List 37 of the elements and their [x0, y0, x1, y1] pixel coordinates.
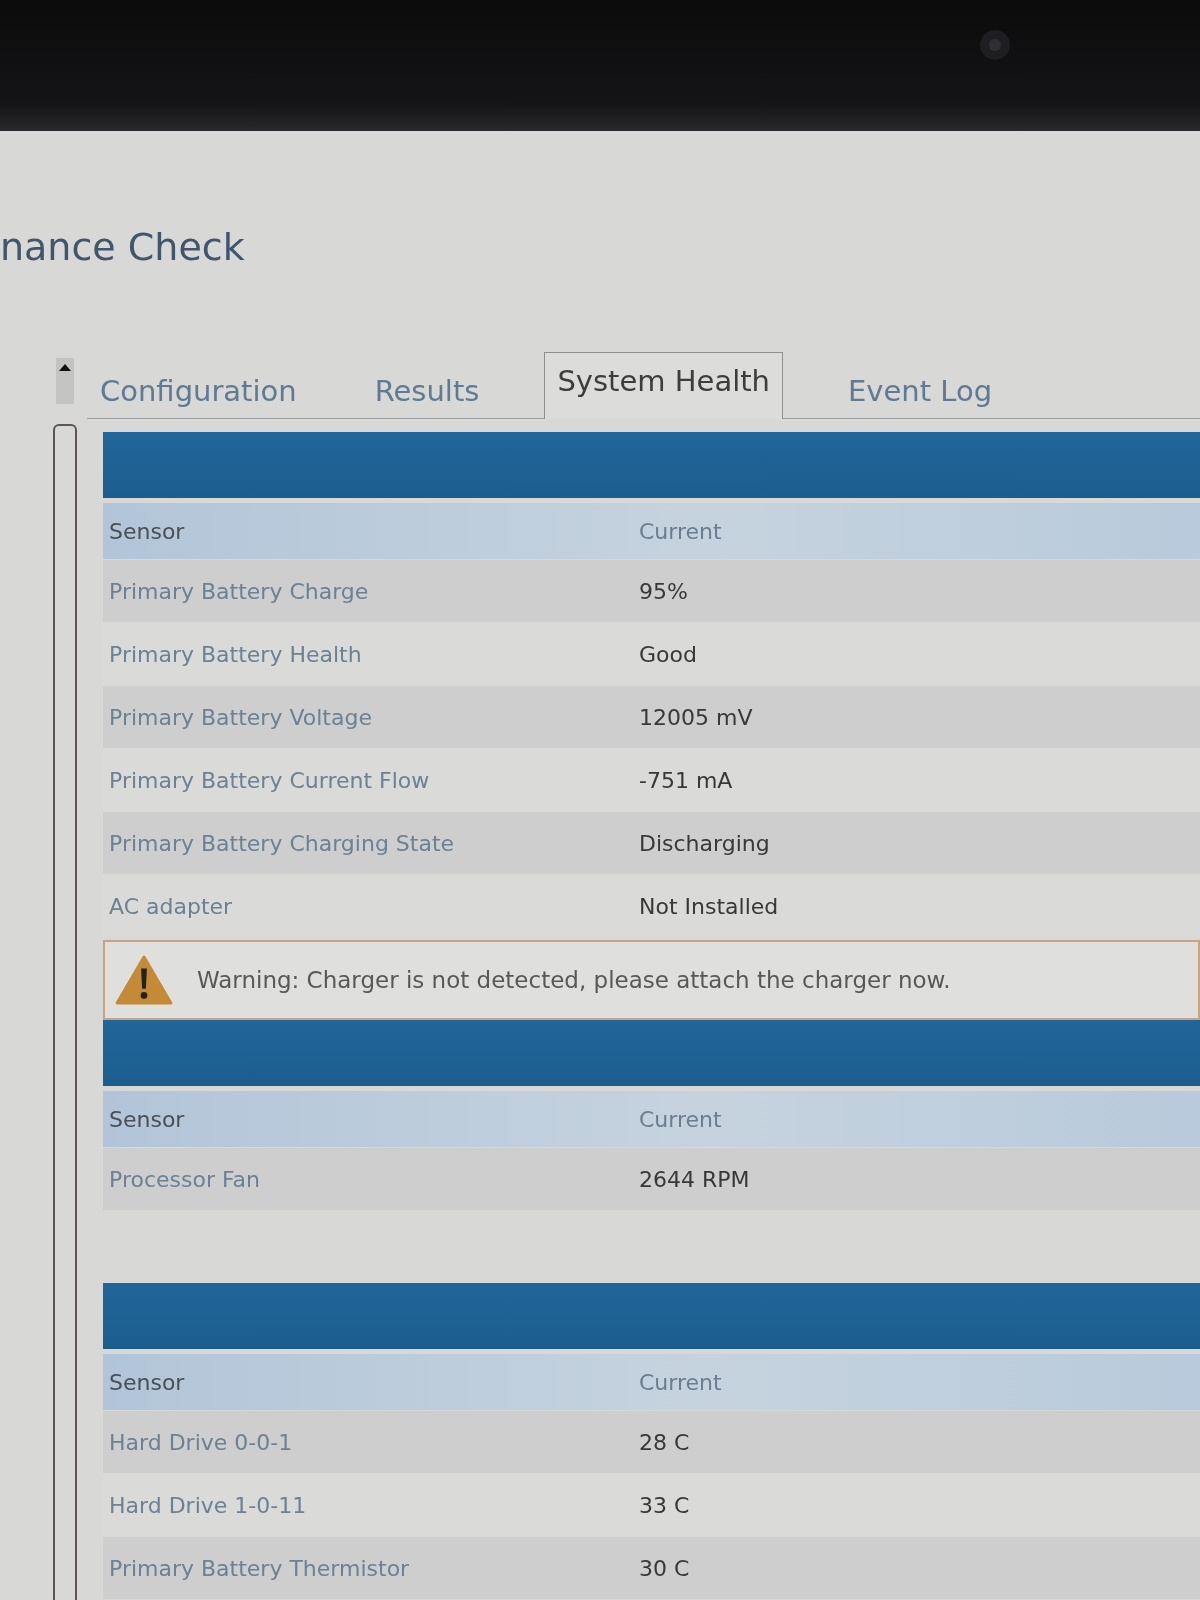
column-header: Sensor	[108, 1369, 186, 1395]
column-header: Current	[638, 1369, 723, 1395]
sensor-name: Primary Battery Current Flow	[108, 767, 431, 793]
column-header: Current	[638, 1106, 723, 1132]
sensor-name: Primary Battery Thermistor	[108, 1555, 411, 1581]
tab[interactable]: Results	[361, 362, 493, 418]
triangle-up-icon	[59, 364, 71, 371]
sensor-reading: 2644 RPM	[638, 1166, 751, 1192]
tab[interactable]: Event Log	[835, 362, 1006, 418]
sensor-name: Primary Battery Voltage	[108, 704, 373, 730]
scroll-up-button[interactable]	[56, 358, 74, 404]
sensor-reading: 30 C	[638, 1555, 691, 1581]
sensor-reading: 12005 mV	[638, 704, 754, 730]
sensor-reading: 28 C	[638, 1429, 691, 1455]
sensor-name: Processor Fan	[108, 1166, 261, 1192]
sensor-reading: 33 C	[638, 1492, 691, 1518]
column-header: Current	[638, 518, 723, 544]
sensor-name: AC adapter	[108, 893, 234, 919]
warning-message: Warning: Charger is not detected, please attach the charger now.	[197, 967, 951, 993]
column-header: Sensor	[108, 1106, 186, 1132]
sensor-reading: Not Installed	[638, 893, 780, 919]
sensor-reading: Good	[638, 641, 698, 667]
sensor-name: Hard Drive 1-0-11	[108, 1492, 308, 1518]
column-header: Sensor	[108, 518, 186, 544]
sensor-name: Primary Battery Health	[108, 641, 363, 667]
tab[interactable]: System Health	[544, 352, 783, 419]
sensor-reading: 95%	[638, 578, 689, 604]
sensor-name: Primary Battery Charge	[108, 578, 370, 604]
warning-icon	[115, 955, 173, 1005]
sensor-reading: Discharging	[638, 830, 771, 856]
scrollbar-thumb[interactable]	[53, 424, 77, 1600]
webcam-icon	[980, 30, 1010, 60]
sensor-name: Hard Drive 0-0-1	[108, 1429, 294, 1455]
tab[interactable]: Configuration	[87, 362, 310, 418]
window-title: nance Check	[0, 224, 246, 270]
sensor-name: Primary Battery Charging State	[108, 830, 456, 856]
sensor-reading: -751 mA	[638, 767, 734, 793]
